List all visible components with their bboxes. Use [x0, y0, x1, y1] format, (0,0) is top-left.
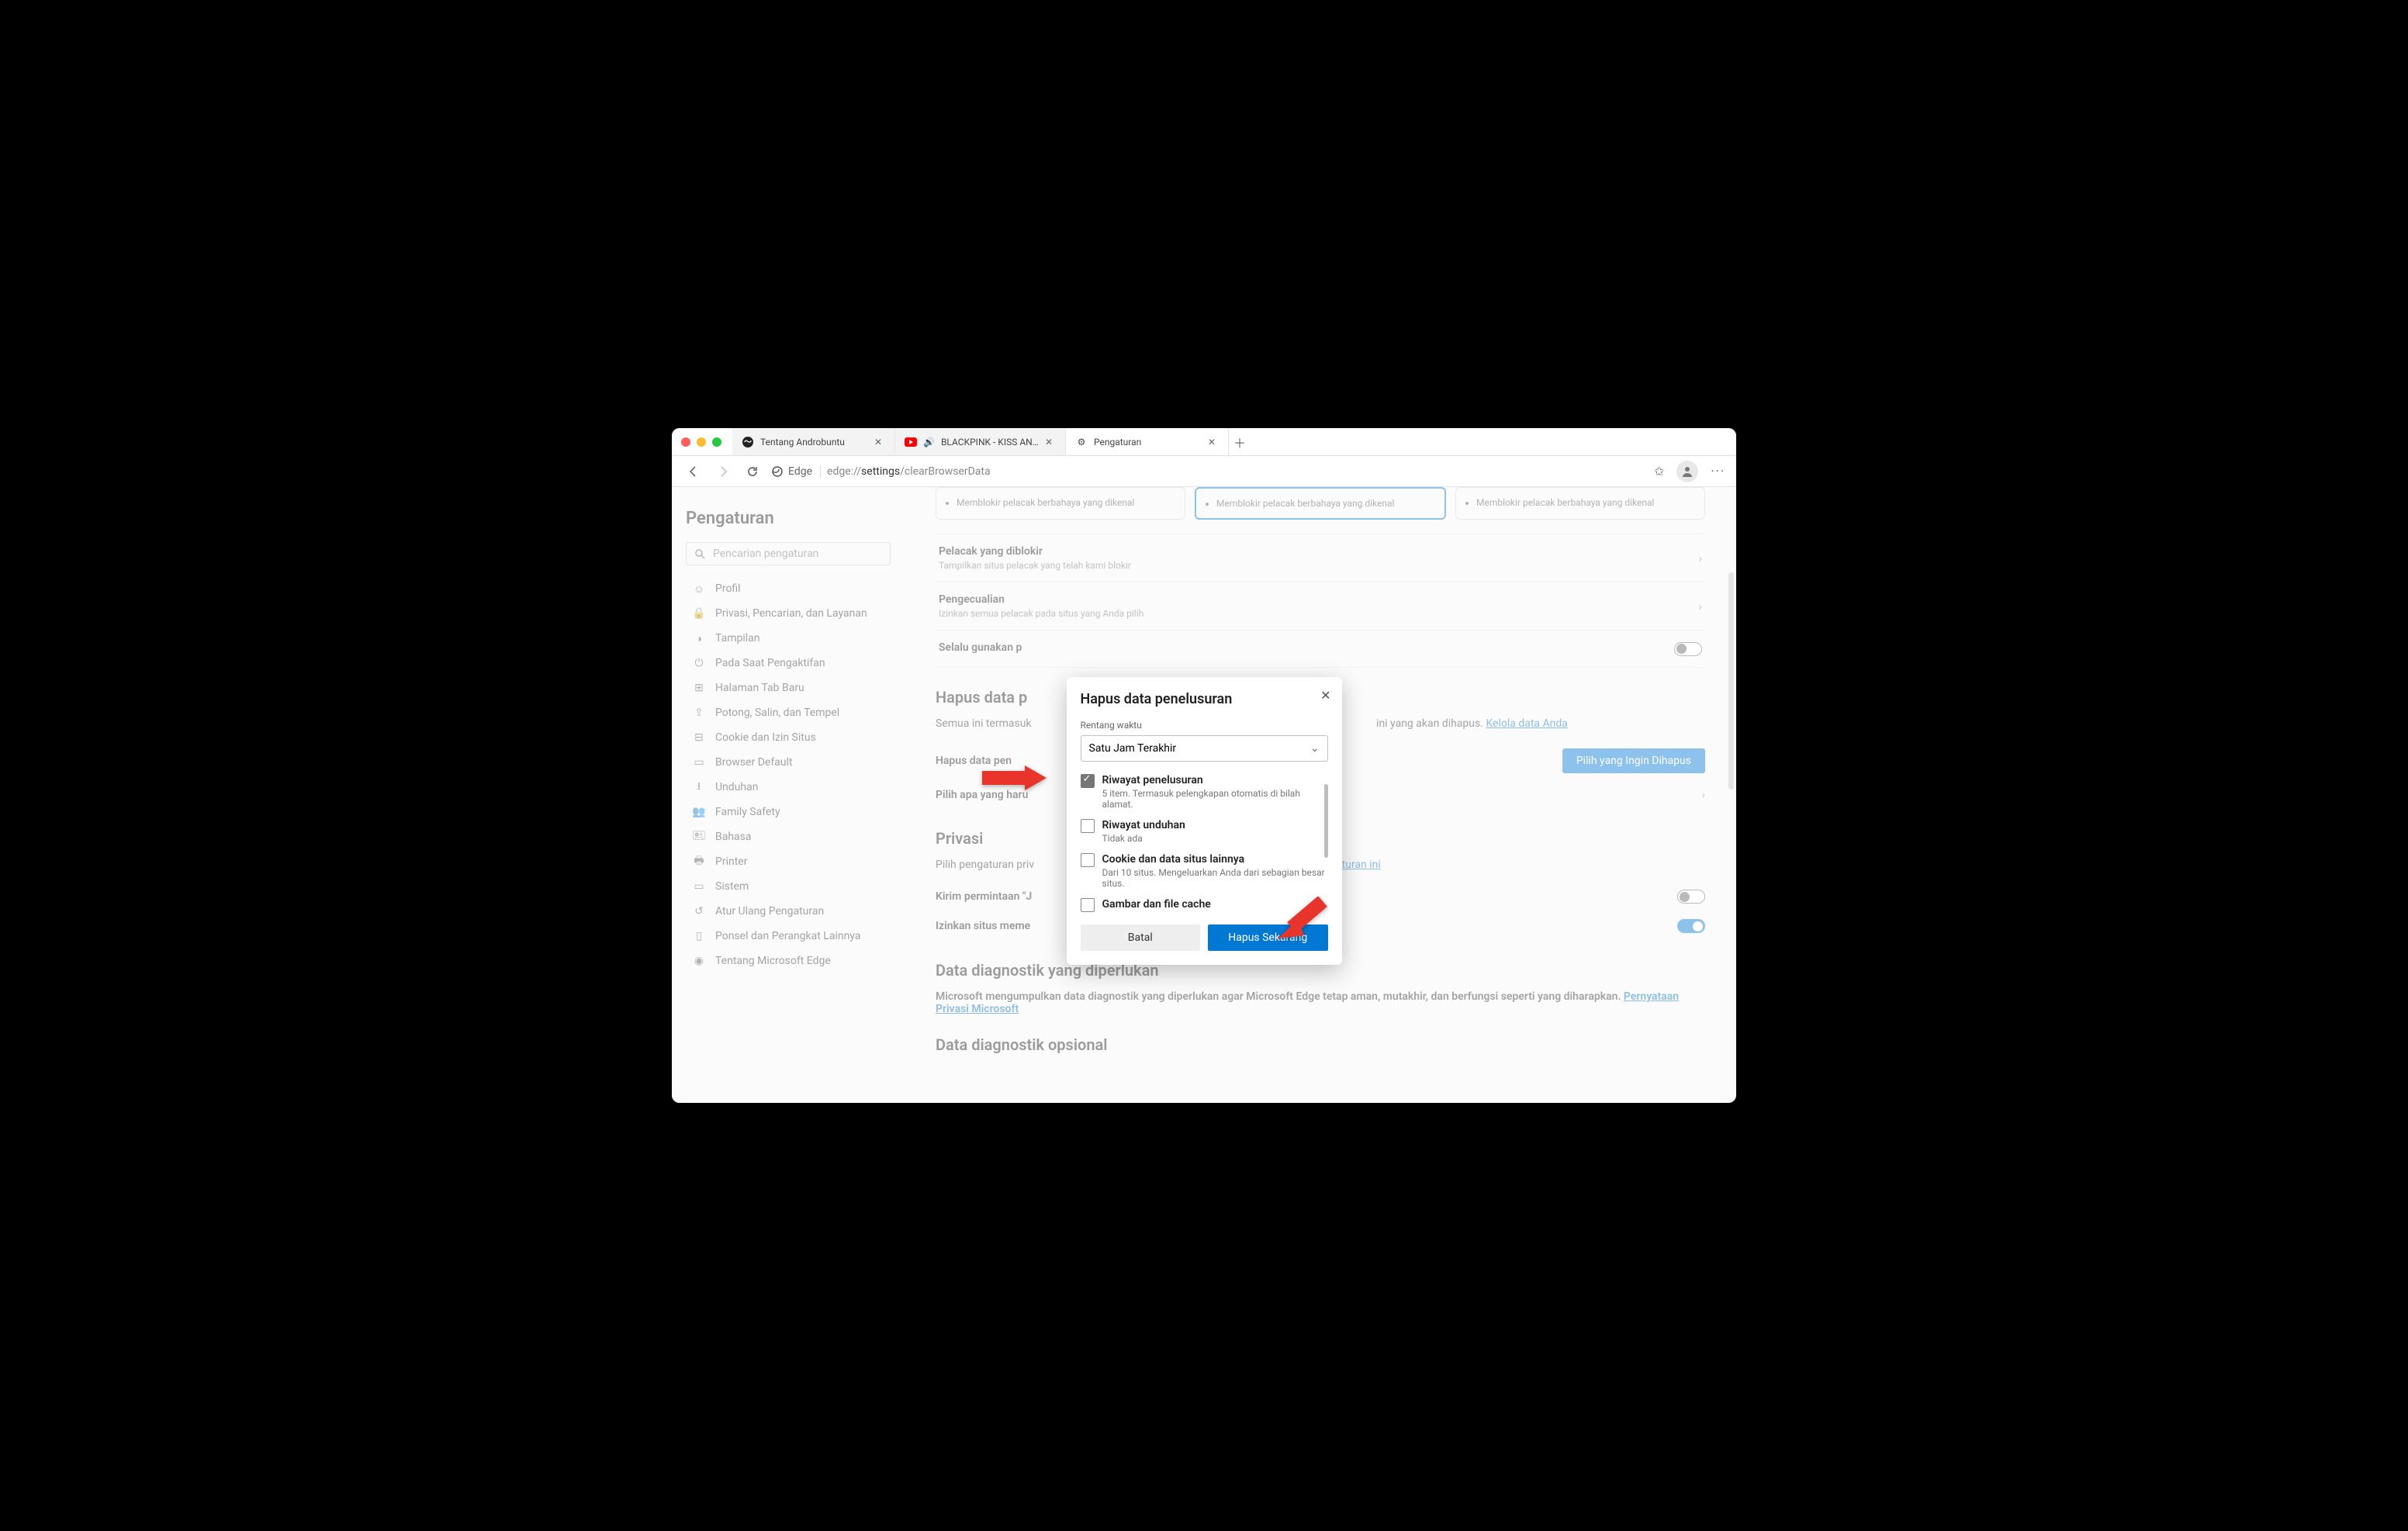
traffic-lights	[681, 437, 721, 447]
check-browsing-history: Riwayat penelusuran 5 item. Termasuk pele…	[1081, 774, 1327, 810]
maximize-button[interactable]	[712, 437, 721, 447]
edge-icon	[771, 465, 784, 478]
favorites-icon[interactable]: ✩	[1654, 464, 1664, 479]
check-desc: Dari 10 situs. Mengeluarkan Anda dari se…	[1102, 867, 1327, 889]
time-range-select[interactable]: Satu Jam Terakhir ⌄	[1081, 735, 1328, 762]
menu-icon[interactable]: ···	[1711, 464, 1725, 479]
new-tab-button[interactable]: ＋	[1229, 428, 1251, 455]
edge-badge: Edge	[771, 465, 821, 478]
modal-scrollbar[interactable]	[1324, 784, 1328, 858]
edge-label: Edge	[788, 465, 812, 478]
audio-icon[interactable]: 🔊	[923, 437, 935, 448]
close-dialog-icon[interactable]: ✕	[1320, 688, 1330, 703]
forward-button[interactable]	[712, 461, 734, 482]
tab-settings[interactable]: ⚙ Pengaturan ✕	[1066, 428, 1229, 455]
gear-icon: ⚙	[1075, 436, 1088, 448]
tab-label: Pengaturan	[1094, 437, 1202, 448]
tab-youtube[interactable]: 🔊 BLACKPINK - KISS AND M ✕	[895, 428, 1066, 455]
close-tab-icon[interactable]: ✕	[1208, 437, 1219, 448]
check-desc: Tidak ada	[1102, 833, 1327, 844]
profile-avatar[interactable]	[1676, 461, 1698, 482]
address-bar[interactable]: Edge edge://settings/clearBrowserData	[771, 465, 1646, 478]
time-range-label: Rentang waktu	[1081, 720, 1328, 731]
cancel-button[interactable]: Batal	[1081, 924, 1201, 951]
data-types-list: Riwayat penelusuran 5 item. Termasuk pele…	[1081, 774, 1328, 914]
check-desc: 5 item. Termasuk pelengkapan otomatis di…	[1102, 788, 1327, 810]
back-button[interactable]	[683, 461, 704, 482]
checkbox-browsing[interactable]	[1081, 774, 1095, 788]
dialog-title: Hapus data penelusuran	[1081, 691, 1328, 707]
toolbar-right: ✩ ···	[1654, 461, 1725, 482]
toolbar: Edge edge://settings/clearBrowserData ✩ …	[672, 456, 1736, 487]
annotation-arrow-2	[1275, 897, 1329, 942]
close-button[interactable]	[681, 437, 690, 447]
select-value: Satu Jam Terakhir	[1089, 742, 1177, 755]
checkbox-cache[interactable]	[1081, 898, 1095, 912]
content-area: Pengaturan ☺Profil 🔒Privasi, Pencarian, …	[672, 487, 1736, 1103]
close-tab-icon[interactable]: ✕	[1045, 437, 1056, 448]
tab-label: Tentang Androbuntu	[760, 437, 868, 448]
tab-strip: Tentang Androbuntu ✕ 🔊 BLACKPINK - KISS …	[732, 428, 1727, 455]
youtube-icon	[905, 436, 917, 448]
checkbox-cookies[interactable]	[1081, 853, 1095, 867]
check-title: Riwayat penelusuran	[1102, 774, 1327, 786]
infinity-icon	[742, 436, 754, 448]
reload-button[interactable]	[742, 461, 763, 482]
tab-androbuntu[interactable]: Tentang Androbuntu ✕	[732, 428, 895, 455]
browser-window: Tentang Androbuntu ✕ 🔊 BLACKPINK - KISS …	[672, 428, 1736, 1103]
tab-label: BLACKPINK - KISS AND M	[941, 437, 1039, 448]
check-download-history: Riwayat unduhan Tidak ada	[1081, 819, 1327, 844]
annotation-arrow-1	[978, 762, 1048, 793]
check-title: Cookie dan data situs lainnya	[1102, 853, 1327, 866]
check-cookies: Cookie dan data situs lainnyaDari 10 sit…	[1081, 853, 1327, 889]
close-tab-icon[interactable]: ✕	[874, 437, 885, 448]
modal-overlay: ✕ Hapus data penelusuran Rentang waktu S…	[672, 487, 1736, 1103]
check-title: Riwayat unduhan	[1102, 819, 1327, 831]
checkbox-downloads[interactable]	[1081, 819, 1095, 833]
url-text: edge://settings/clearBrowserData	[827, 465, 991, 478]
titlebar: Tentang Androbuntu ✕ 🔊 BLACKPINK - KISS …	[672, 428, 1736, 456]
minimize-button[interactable]	[697, 437, 706, 447]
chevron-down-icon: ⌄	[1310, 742, 1320, 755]
